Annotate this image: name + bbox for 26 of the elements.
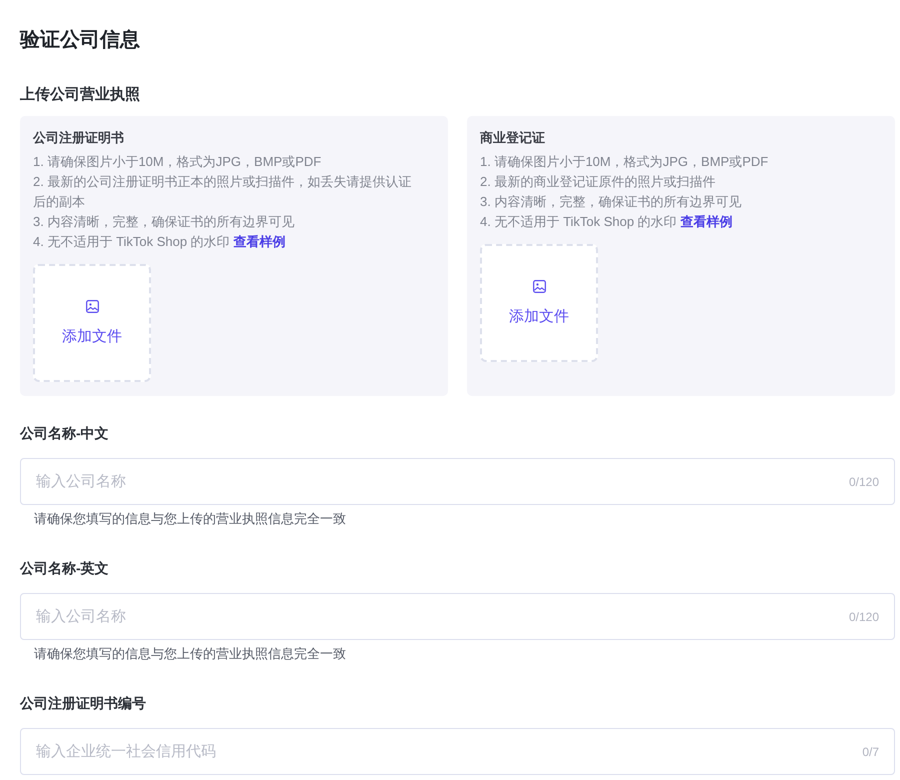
view-sample-link[interactable]: 查看样例	[680, 214, 732, 229]
field-label: 公司名称-中文	[20, 424, 109, 443]
page-title: 验证公司信息	[20, 28, 140, 53]
character-counter: 0/120	[848, 608, 879, 624]
image-icon	[86, 300, 98, 312]
instruction-text: 2. 最新的商业登记证原件的照片或扫描件	[480, 173, 716, 191]
instruction-text: 3. 内容清晰，完整，确保证书的所有边界可见	[480, 193, 742, 211]
character-counter: 0/120	[848, 474, 879, 490]
card-title: 商业登记证	[480, 129, 545, 147]
instruction-text: 2. 最新的公司注册证明书正本的照片或扫描件，如丢失请提供认证后的副本	[33, 173, 412, 211]
image-icon	[532, 280, 546, 292]
card-title: 公司注册证明书	[33, 129, 124, 147]
view-sample-link[interactable]: 查看样例	[233, 234, 286, 249]
section-title: 上传公司营业执照	[20, 85, 140, 105]
help-text: 请确保您填写的信息与您上传的营业执照信息完全一致	[33, 510, 346, 528]
instruction-text: 4. 无不适用于 TikTok Shop 的水印 查看样例	[33, 233, 286, 251]
field-label: 公司名称-英文	[20, 559, 109, 578]
help-text: 请确保您填写的信息与您上传的营业执照信息完全一致	[33, 645, 346, 663]
add-file-button[interactable]: 添加文件	[480, 244, 598, 362]
instruction-text: 1. 请确保图片小于10M，格式为JPG，BMP或PDF	[480, 153, 768, 171]
field-label: 公司注册证明书编号	[20, 694, 146, 713]
instruction-text: 3. 内容清晰，完整，确保证书的所有边界可见	[33, 213, 296, 231]
instruction-text: 4. 无不适用于 TikTok Shop 的水印 查看样例	[480, 213, 734, 231]
character-counter: 0/7	[862, 744, 879, 760]
add-file-button[interactable]: 添加文件	[33, 264, 151, 382]
instruction-text: 1. 请确保图片小于10M，格式为JPG，BMP或PDF	[33, 153, 322, 171]
